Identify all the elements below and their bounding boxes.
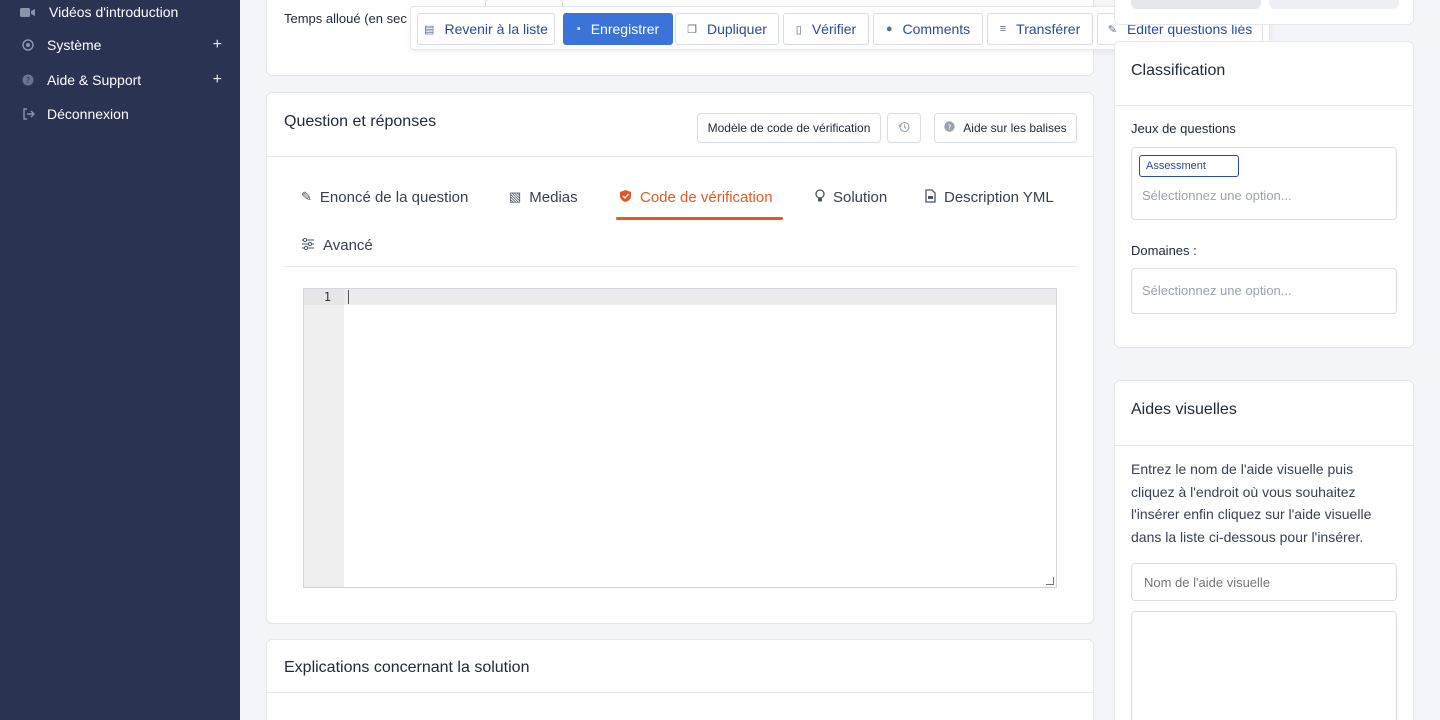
svg-text:?: ? [26, 76, 30, 85]
domains-label: Domaines : [1131, 243, 1197, 258]
svg-text:?: ? [948, 123, 952, 131]
transfer-button[interactable]: ≡ Transférer [987, 13, 1093, 45]
comments-button[interactable]: ● Comments [873, 13, 983, 45]
question-sets-select[interactable]: Assessment Sélectionnez une option... [1131, 147, 1397, 220]
verify-label: Vérifier [811, 21, 857, 37]
code-editor[interactable]: 1 [303, 288, 1057, 588]
active-tab-underline [616, 217, 783, 220]
description-line: l'insérer enfin cliquez sur l'aide visue… [1131, 506, 1372, 522]
top-button-b[interactable] [1269, 0, 1399, 9]
sidebar-item-logout[interactable]: Déconnexion [18, 102, 232, 126]
classification-card: Classification Jeux de questions Assessm… [1114, 41, 1414, 348]
tab-label: Enoncé de la question [319, 188, 469, 206]
expand-icon[interactable]: + [213, 71, 222, 89]
visual-aids-description: Entrez le nom de l'aide visuelle puis cl… [1131, 458, 1406, 548]
select-placeholder: Sélectionnez une option... [1142, 283, 1292, 298]
description-line: Entrez le nom de l'aide visuelle puis [1131, 461, 1354, 477]
visual-aids-list[interactable] [1131, 611, 1397, 720]
transfer-label: Transférer [1016, 21, 1081, 37]
comment-icon: ● [885, 23, 893, 35]
sliders-icon [301, 237, 315, 253]
tab-label: Avancé [323, 236, 373, 254]
sidebar-item-system[interactable]: Système + [18, 33, 232, 57]
system-icon [18, 38, 38, 52]
tab-yml-description[interactable]: Description YML [925, 185, 1054, 209]
expand-icon[interactable]: + [213, 36, 222, 54]
tab-label: Solution [833, 188, 888, 206]
tab-question-statement[interactable]: ✎ Enoncé de la question [301, 185, 468, 209]
sidebar-item-label: Vidéos d'introduction [49, 4, 179, 20]
logout-icon [18, 107, 38, 121]
tab-solution[interactable]: Solution [815, 185, 887, 209]
edit-icon: ✎ [1107, 23, 1117, 36]
card-title: Aides visuelles [1131, 401, 1237, 418]
divider [267, 156, 1093, 157]
list-icon: ▤ [424, 23, 435, 36]
help-icon: ? [944, 121, 955, 135]
shield-icon [619, 189, 632, 206]
save-label: Enregistrer [590, 21, 660, 37]
video-icon [18, 5, 38, 19]
back-to-list-button[interactable]: ▤ Revenir à la liste [417, 13, 555, 45]
select-placeholder: Sélectionnez une option... [1142, 188, 1292, 203]
card-title: Classification [1131, 62, 1226, 79]
verify-button[interactable]: ▯ Vérifier [783, 13, 869, 45]
right-top-card [1114, 0, 1414, 25]
tab-label: Description YML [944, 188, 1054, 206]
tab-label: Code de vérification [640, 188, 773, 206]
duplicate-button[interactable]: ❐ Dupliquer [675, 13, 779, 45]
tabs-divider [284, 266, 1077, 267]
domains-select[interactable]: Sélectionnez une option... [1131, 268, 1397, 314]
card-title: Question et réponses [284, 113, 437, 130]
active-line [304, 289, 1056, 305]
duplicate-icon: ❐ [687, 23, 697, 36]
card-title: Explications concernant la solution [284, 659, 530, 676]
bulb-icon [815, 188, 825, 206]
sidebar-item-label: Système [47, 37, 102, 53]
back-to-list-label: Revenir à la liste [444, 21, 548, 37]
comments-label: Comments [902, 21, 971, 37]
history-button[interactable] [887, 113, 921, 143]
tab-medias[interactable]: ▧ Medias [509, 185, 578, 209]
tab-verification-code[interactable]: Code de vérification [619, 185, 773, 209]
history-icon [898, 121, 910, 136]
visual-aid-name-input[interactable] [1131, 563, 1397, 601]
divider [1115, 105, 1413, 106]
description-line: cliquez à l'endroit où vous souhaitez [1131, 483, 1356, 500]
tab-advanced[interactable]: Avancé [301, 233, 373, 257]
question-sets-label: Jeux de questions [1131, 121, 1236, 136]
edit-icon: ✎ [301, 189, 312, 204]
line-gutter [304, 289, 344, 587]
sidebar-item-intro-videos[interactable]: Vidéos d'introduction [18, 0, 232, 24]
divider [267, 692, 1093, 693]
selected-tag[interactable]: Assessment [1139, 155, 1239, 177]
duplicate-label: Dupliquer [706, 21, 767, 37]
save-button[interactable]: ▪ Enregistrer [563, 13, 673, 45]
time-label: Temps alloué (en sec [284, 11, 407, 26]
check-file-icon: ▯ [795, 23, 802, 36]
file-icon [925, 188, 936, 206]
save-icon: ▪ [576, 23, 581, 35]
verification-template-label: Modèle de code de vérification [707, 121, 871, 135]
sidebar-item-label: Aide & Support [47, 72, 142, 88]
tags-help-label: Aide sur les balises [963, 121, 1067, 135]
explanations-card: Explications concernant la solution [266, 639, 1094, 720]
database-icon: ≡ [999, 23, 1007, 35]
tags-help-button[interactable]: ? Aide sur les balises [934, 113, 1077, 143]
resize-handle[interactable] [1046, 577, 1054, 585]
tab-label: Medias [529, 188, 578, 206]
image-icon: ▧ [509, 189, 522, 204]
help-icon: ? [18, 73, 38, 87]
description-line: dans la liste ci-dessous pour l'insérer. [1131, 528, 1364, 545]
divider [1115, 445, 1413, 446]
text-cursor [348, 290, 349, 304]
top-button-a[interactable] [1131, 0, 1261, 9]
visual-aids-card: Aides visuelles Entrez le nom de l'aide … [1114, 380, 1414, 720]
line-number: 1 [323, 290, 331, 304]
sidebar-item-help-support[interactable]: ? Aide & Support + [18, 68, 232, 92]
sidebar: Vidéos d'introduction Système + ? Aide &… [0, 0, 240, 720]
sidebar-item-label: Déconnexion [47, 106, 129, 122]
verification-template-button[interactable]: Modèle de code de vérification [697, 113, 881, 143]
